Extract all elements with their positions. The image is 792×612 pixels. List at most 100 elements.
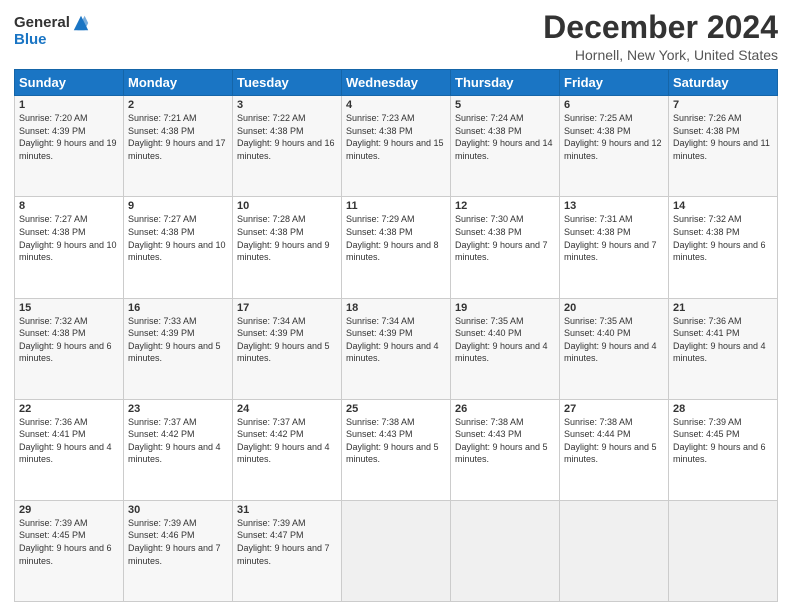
day-info: Sunrise: 7:39 AMSunset: 4:45 PMDaylight:…	[673, 416, 773, 466]
logo-text-blue: Blue	[14, 32, 90, 49]
calendar-cell	[560, 500, 669, 601]
day-info: Sunrise: 7:24 AMSunset: 4:38 PMDaylight:…	[455, 112, 555, 162]
day-number: 28	[673, 403, 773, 415]
day-info: Sunrise: 7:34 AMSunset: 4:39 PMDaylight:…	[237, 315, 337, 365]
day-number: 27	[564, 403, 664, 415]
calendar-week-2: 8Sunrise: 7:27 AMSunset: 4:38 PMDaylight…	[15, 197, 778, 298]
day-info: Sunrise: 7:36 AMSunset: 4:41 PMDaylight:…	[19, 416, 119, 466]
day-number: 17	[237, 302, 337, 314]
day-number: 14	[673, 200, 773, 212]
day-info: Sunrise: 7:23 AMSunset: 4:38 PMDaylight:…	[346, 112, 446, 162]
calendar-cell: 22Sunrise: 7:36 AMSunset: 4:41 PMDayligh…	[15, 399, 124, 500]
weekday-header-saturday: Saturday	[669, 70, 778, 96]
calendar-cell: 28Sunrise: 7:39 AMSunset: 4:45 PMDayligh…	[669, 399, 778, 500]
calendar-week-3: 15Sunrise: 7:32 AMSunset: 4:38 PMDayligh…	[15, 298, 778, 399]
day-info: Sunrise: 7:32 AMSunset: 4:38 PMDaylight:…	[673, 213, 773, 263]
day-number: 29	[19, 504, 119, 516]
logo: General Blue	[14, 14, 90, 49]
calendar-cell: 17Sunrise: 7:34 AMSunset: 4:39 PMDayligh…	[233, 298, 342, 399]
calendar-cell: 20Sunrise: 7:35 AMSunset: 4:40 PMDayligh…	[560, 298, 669, 399]
calendar-cell	[342, 500, 451, 601]
day-number: 13	[564, 200, 664, 212]
calendar-week-5: 29Sunrise: 7:39 AMSunset: 4:45 PMDayligh…	[15, 500, 778, 601]
day-info: Sunrise: 7:30 AMSunset: 4:38 PMDaylight:…	[455, 213, 555, 263]
calendar-cell	[669, 500, 778, 601]
calendar-week-4: 22Sunrise: 7:36 AMSunset: 4:41 PMDayligh…	[15, 399, 778, 500]
logo-text: General	[14, 15, 70, 32]
day-number: 19	[455, 302, 555, 314]
calendar-cell: 7Sunrise: 7:26 AMSunset: 4:38 PMDaylight…	[669, 96, 778, 197]
calendar-cell: 30Sunrise: 7:39 AMSunset: 4:46 PMDayligh…	[124, 500, 233, 601]
subtitle: Hornell, New York, United States	[543, 47, 778, 63]
header: General Blue December 2024 Hornell, New …	[14, 10, 778, 63]
calendar-cell: 1Sunrise: 7:20 AMSunset: 4:39 PMDaylight…	[15, 96, 124, 197]
day-number: 11	[346, 200, 446, 212]
logo-icon	[72, 14, 90, 32]
calendar-cell: 29Sunrise: 7:39 AMSunset: 4:45 PMDayligh…	[15, 500, 124, 601]
weekday-header-wednesday: Wednesday	[342, 70, 451, 96]
day-number: 3	[237, 99, 337, 111]
calendar-week-1: 1Sunrise: 7:20 AMSunset: 4:39 PMDaylight…	[15, 96, 778, 197]
day-number: 15	[19, 302, 119, 314]
day-info: Sunrise: 7:35 AMSunset: 4:40 PMDaylight:…	[455, 315, 555, 365]
day-info: Sunrise: 7:37 AMSunset: 4:42 PMDaylight:…	[237, 416, 337, 466]
day-number: 31	[237, 504, 337, 516]
calendar-cell: 2Sunrise: 7:21 AMSunset: 4:38 PMDaylight…	[124, 96, 233, 197]
day-info: Sunrise: 7:29 AMSunset: 4:38 PMDaylight:…	[346, 213, 446, 263]
day-info: Sunrise: 7:27 AMSunset: 4:38 PMDaylight:…	[19, 213, 119, 263]
calendar-cell: 11Sunrise: 7:29 AMSunset: 4:38 PMDayligh…	[342, 197, 451, 298]
calendar-cell: 25Sunrise: 7:38 AMSunset: 4:43 PMDayligh…	[342, 399, 451, 500]
day-number: 23	[128, 403, 228, 415]
calendar-table: SundayMondayTuesdayWednesdayThursdayFrid…	[14, 69, 778, 602]
day-number: 8	[19, 200, 119, 212]
day-info: Sunrise: 7:32 AMSunset: 4:38 PMDaylight:…	[19, 315, 119, 365]
day-number: 21	[673, 302, 773, 314]
day-info: Sunrise: 7:22 AMSunset: 4:38 PMDaylight:…	[237, 112, 337, 162]
calendar-cell: 16Sunrise: 7:33 AMSunset: 4:39 PMDayligh…	[124, 298, 233, 399]
day-number: 4	[346, 99, 446, 111]
calendar-cell: 8Sunrise: 7:27 AMSunset: 4:38 PMDaylight…	[15, 197, 124, 298]
weekday-header-friday: Friday	[560, 70, 669, 96]
weekday-header-sunday: Sunday	[15, 70, 124, 96]
calendar-cell: 21Sunrise: 7:36 AMSunset: 4:41 PMDayligh…	[669, 298, 778, 399]
calendar-cell: 6Sunrise: 7:25 AMSunset: 4:38 PMDaylight…	[560, 96, 669, 197]
weekday-header-thursday: Thursday	[451, 70, 560, 96]
day-info: Sunrise: 7:31 AMSunset: 4:38 PMDaylight:…	[564, 213, 664, 263]
day-number: 18	[346, 302, 446, 314]
day-number: 24	[237, 403, 337, 415]
weekday-header-tuesday: Tuesday	[233, 70, 342, 96]
calendar-cell: 26Sunrise: 7:38 AMSunset: 4:43 PMDayligh…	[451, 399, 560, 500]
calendar-cell: 24Sunrise: 7:37 AMSunset: 4:42 PMDayligh…	[233, 399, 342, 500]
day-info: Sunrise: 7:38 AMSunset: 4:43 PMDaylight:…	[346, 416, 446, 466]
day-info: Sunrise: 7:39 AMSunset: 4:45 PMDaylight:…	[19, 517, 119, 567]
day-number: 16	[128, 302, 228, 314]
day-number: 10	[237, 200, 337, 212]
weekday-header-monday: Monday	[124, 70, 233, 96]
calendar-cell: 9Sunrise: 7:27 AMSunset: 4:38 PMDaylight…	[124, 197, 233, 298]
day-number: 22	[19, 403, 119, 415]
day-number: 2	[128, 99, 228, 111]
calendar-cell: 13Sunrise: 7:31 AMSunset: 4:38 PMDayligh…	[560, 197, 669, 298]
day-info: Sunrise: 7:27 AMSunset: 4:38 PMDaylight:…	[128, 213, 228, 263]
day-number: 9	[128, 200, 228, 212]
calendar-cell: 12Sunrise: 7:30 AMSunset: 4:38 PMDayligh…	[451, 197, 560, 298]
day-info: Sunrise: 7:37 AMSunset: 4:42 PMDaylight:…	[128, 416, 228, 466]
calendar-cell: 18Sunrise: 7:34 AMSunset: 4:39 PMDayligh…	[342, 298, 451, 399]
day-number: 12	[455, 200, 555, 212]
calendar-cell: 10Sunrise: 7:28 AMSunset: 4:38 PMDayligh…	[233, 197, 342, 298]
day-info: Sunrise: 7:39 AMSunset: 4:47 PMDaylight:…	[237, 517, 337, 567]
calendar-cell: 3Sunrise: 7:22 AMSunset: 4:38 PMDaylight…	[233, 96, 342, 197]
calendar-cell: 4Sunrise: 7:23 AMSunset: 4:38 PMDaylight…	[342, 96, 451, 197]
day-info: Sunrise: 7:38 AMSunset: 4:43 PMDaylight:…	[455, 416, 555, 466]
calendar-cell	[451, 500, 560, 601]
main-title: December 2024	[543, 10, 778, 45]
calendar-cell: 19Sunrise: 7:35 AMSunset: 4:40 PMDayligh…	[451, 298, 560, 399]
day-number: 7	[673, 99, 773, 111]
day-number: 5	[455, 99, 555, 111]
day-number: 25	[346, 403, 446, 415]
calendar-cell: 23Sunrise: 7:37 AMSunset: 4:42 PMDayligh…	[124, 399, 233, 500]
calendar-cell: 14Sunrise: 7:32 AMSunset: 4:38 PMDayligh…	[669, 197, 778, 298]
calendar-cell: 5Sunrise: 7:24 AMSunset: 4:38 PMDaylight…	[451, 96, 560, 197]
day-number: 6	[564, 99, 664, 111]
day-number: 26	[455, 403, 555, 415]
